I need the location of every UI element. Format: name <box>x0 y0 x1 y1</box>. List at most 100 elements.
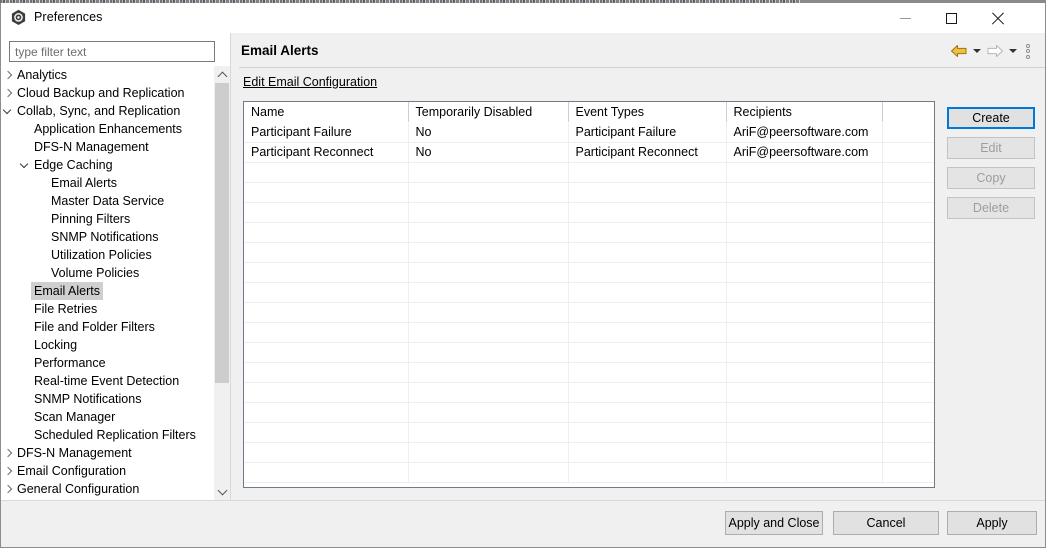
scroll-up-button[interactable] <box>214 66 230 83</box>
forward-history-dropdown[interactable] <box>1007 42 1019 60</box>
table-empty-cell <box>726 402 882 422</box>
chevron-up-icon <box>217 71 227 81</box>
column-header[interactable]: Event Types <box>568 102 726 122</box>
sidebar-item-volume-policies[interactable]: Volume Policies <box>1 264 198 282</box>
sidebar-item-performance[interactable]: Performance <box>1 354 198 372</box>
sidebar-item-label: File and Folder Filters <box>31 318 158 336</box>
sidebar-item-analytics[interactable]: Analytics <box>1 66 198 84</box>
minimize-button[interactable] <box>882 3 928 33</box>
title-bar[interactable]: Preferences <box>1 3 1045 33</box>
scrollbar-thumb[interactable] <box>215 83 229 383</box>
view-menu-button[interactable] <box>1021 42 1035 60</box>
back-button[interactable] <box>949 42 969 60</box>
table-cell: Participant Reconnect <box>244 142 408 162</box>
scroll-down-button[interactable] <box>214 483 230 500</box>
sidebar-item-utilization-policies[interactable]: Utilization Policies <box>1 246 198 264</box>
email-alerts-table-container[interactable]: NameTemporarily DisabledEvent TypesRecip… <box>243 101 935 488</box>
sidebar-item-edge-caching[interactable]: Edge Caching <box>1 156 198 174</box>
column-header[interactable] <box>882 102 934 122</box>
cancel-button[interactable]: Cancel <box>833 511 939 535</box>
table-empty-cell <box>244 342 408 362</box>
close-button[interactable] <box>974 3 1020 33</box>
create-button[interactable]: Create <box>947 107 1035 129</box>
table-empty-cell <box>244 242 408 262</box>
table-row[interactable]: Participant ReconnectNoParticipant Recon… <box>244 142 934 162</box>
sidebar-item-scheduled-replication-filters[interactable]: Scheduled Replication Filters <box>1 426 198 444</box>
table-empty-cell <box>408 202 568 222</box>
copy-button: Copy <box>947 167 1035 189</box>
table-empty-cell <box>726 242 882 262</box>
main-content-pane: Email Alerts <box>231 33 1045 500</box>
table-empty-cell <box>882 202 934 222</box>
sidebar-item-label: Cloud Backup and Replication <box>14 84 187 102</box>
table-row[interactable]: Participant FailureNoParticipant Failure… <box>244 122 934 142</box>
table-empty-cell <box>244 402 408 422</box>
chevron-down-icon[interactable] <box>3 102 13 120</box>
sidebar-item-pinning-filters[interactable]: Pinning Filters <box>1 210 198 228</box>
table-empty-cell <box>568 342 726 362</box>
sidebar-item-label: File Retries <box>31 300 100 318</box>
minimize-icon <box>900 18 911 19</box>
table-empty-cell <box>882 462 934 482</box>
edit-email-configuration-link[interactable]: Edit Email Configuration <box>243 75 377 89</box>
column-header[interactable]: Recipients <box>726 102 882 122</box>
sidebar-item-general-configuration[interactable]: General Configuration <box>1 480 198 498</box>
forward-button[interactable] <box>985 42 1005 60</box>
table-empty-row <box>244 322 934 342</box>
apply-and-close-button[interactable]: Apply and Close <box>725 511 823 535</box>
column-header[interactable]: Name <box>244 102 408 122</box>
sidebar-item-collab-sync-and-replication[interactable]: Collab, Sync, and Replication <box>1 102 198 120</box>
table-empty-cell <box>568 242 726 262</box>
chevron-right-icon[interactable] <box>3 480 13 498</box>
sidebar-item-cloud-backup-and-replication[interactable]: Cloud Backup and Replication <box>1 84 198 102</box>
sidebar-item-file-and-folder-filters[interactable]: File and Folder Filters <box>1 318 198 336</box>
table-empty-cell <box>882 182 934 202</box>
table-cell <box>882 142 934 162</box>
apply-button[interactable]: Apply <box>947 511 1037 535</box>
sidebar-item-snmp-notifications[interactable]: SNMP Notifications <box>1 390 198 408</box>
table-empty-row <box>244 462 934 482</box>
sidebar-scrollbar[interactable] <box>214 66 230 500</box>
sidebar-item-email-alerts[interactable]: Email Alerts <box>1 174 198 192</box>
sidebar-item-email-alerts[interactable]: Email Alerts <box>1 282 198 300</box>
sidebar-item-snmp-notifications[interactable]: SNMP Notifications <box>1 228 198 246</box>
chevron-right-icon[interactable] <box>3 66 13 84</box>
settings-tree-list[interactable]: AnalyticsCloud Backup and ReplicationCol… <box>1 66 198 500</box>
sidebar-item-real-time-event-detection[interactable]: Real-time Event Detection <box>1 372 198 390</box>
table-empty-row <box>244 422 934 442</box>
search-input[interactable] <box>9 41 215 62</box>
sidebar-item-dfs-n-management[interactable]: DFS-N Management <box>1 138 198 156</box>
chevron-right-icon[interactable] <box>3 84 13 102</box>
table-cell: AriF@peersoftware.com <box>726 122 882 142</box>
maximize-button[interactable] <box>928 3 974 33</box>
sidebar-item-dfs-n-management[interactable]: DFS-N Management <box>1 444 198 462</box>
sidebar-item-scan-manager[interactable]: Scan Manager <box>1 408 198 426</box>
sidebar-item-file-retries[interactable]: File Retries <box>1 300 198 318</box>
sidebar-item-application-enhancements[interactable]: Application Enhancements <box>1 120 198 138</box>
table-empty-cell <box>408 402 568 422</box>
table-empty-cell <box>408 342 568 362</box>
table-cell <box>882 122 934 142</box>
back-history-dropdown[interactable] <box>971 42 983 60</box>
chevron-right-icon[interactable] <box>3 462 13 480</box>
sidebar-item-email-configuration[interactable]: Email Configuration <box>1 462 198 480</box>
chevron-right-icon[interactable] <box>3 444 13 462</box>
table-empty-cell <box>568 222 726 242</box>
column-header[interactable]: Temporarily Disabled <box>408 102 568 122</box>
table-empty-cell <box>244 462 408 482</box>
sidebar-item-label: Email Alerts <box>48 174 120 192</box>
sidebar-item-label: General Configuration <box>14 480 142 498</box>
chevron-down-icon <box>1009 49 1017 53</box>
sidebar-item-locking[interactable]: Locking <box>1 336 198 354</box>
table-cell: AriF@peersoftware.com <box>726 142 882 162</box>
table-empty-cell <box>882 362 934 382</box>
table-empty-cell <box>568 462 726 482</box>
chevron-down-icon[interactable] <box>20 156 30 174</box>
table-empty-cell <box>726 162 882 182</box>
page-title: Email Alerts <box>241 43 319 58</box>
sidebar-item-label: DFS-N Management <box>31 138 152 156</box>
table-cell: Participant Failure <box>244 122 408 142</box>
settings-tree: AnalyticsCloud Backup and ReplicationCol… <box>1 66 230 500</box>
sidebar-item-master-data-service[interactable]: Master Data Service <box>1 192 198 210</box>
email-alerts-table: NameTemporarily DisabledEvent TypesRecip… <box>244 102 935 483</box>
